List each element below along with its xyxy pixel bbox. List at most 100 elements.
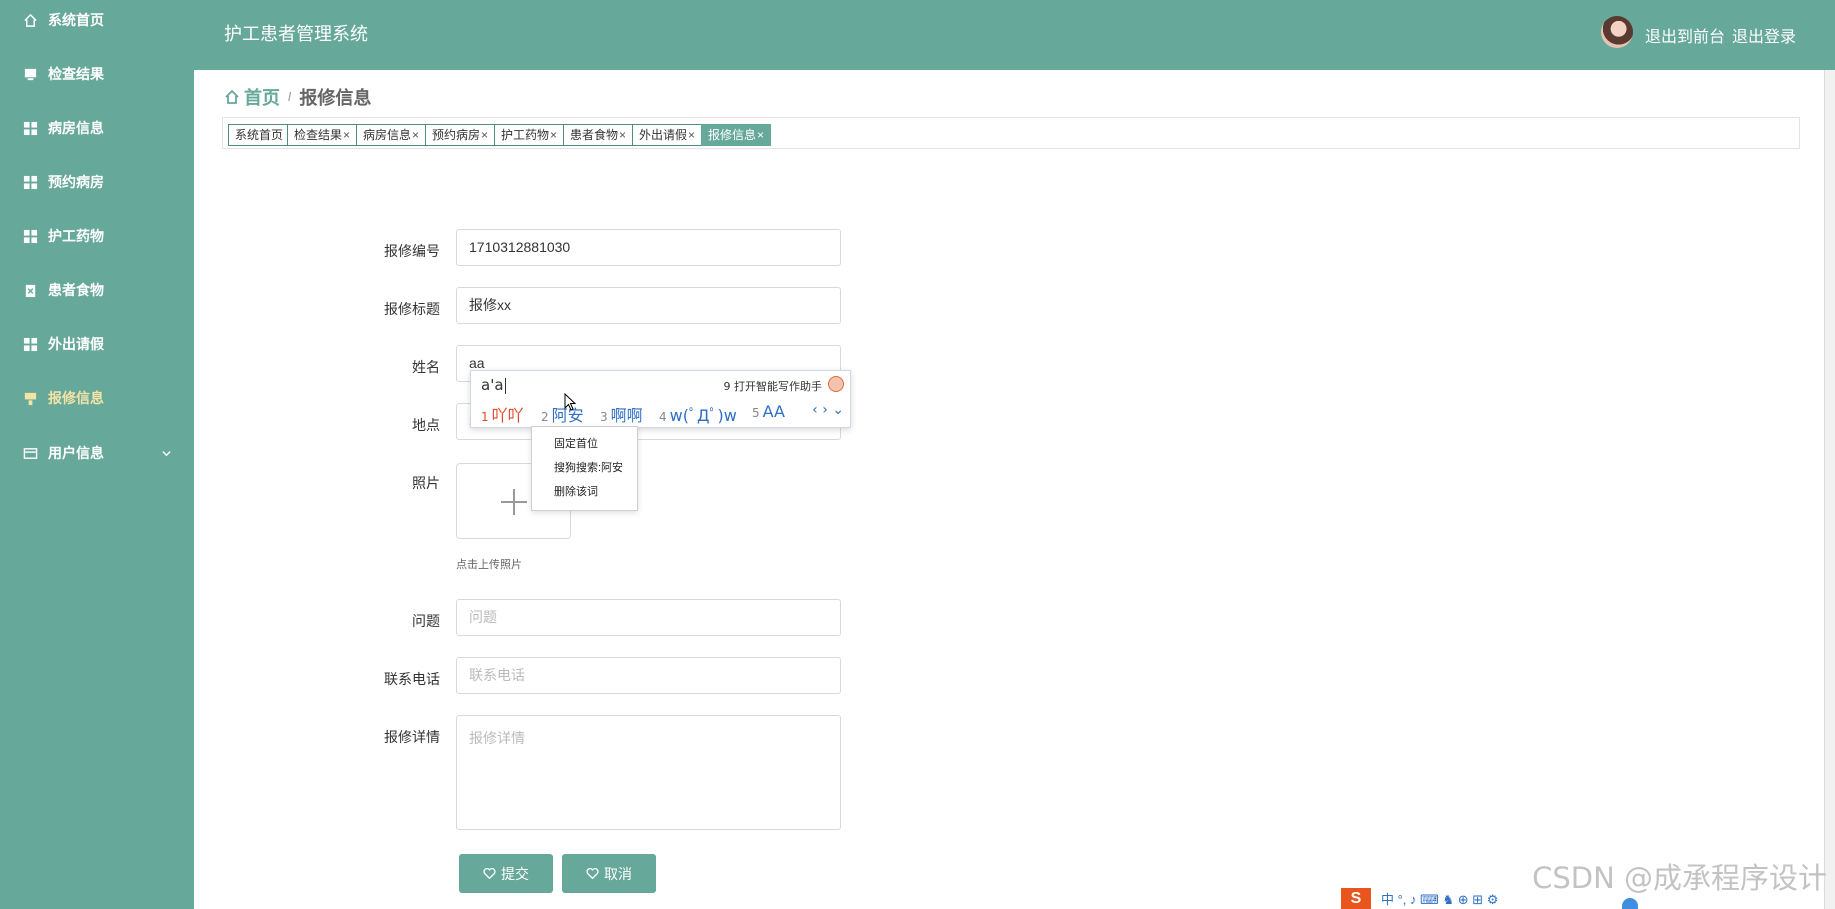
text-caret — [504, 377, 506, 394]
sidebar-item-ward-info[interactable]: 病房信息 — [0, 108, 194, 148]
sidebar-item-label: 报修信息 — [48, 390, 104, 406]
sidebar-item-label: 患者食物 — [48, 282, 104, 298]
problem-input[interactable]: 问题 — [456, 599, 841, 636]
logout-link[interactable]: 退出登录 — [1732, 23, 1796, 47]
sidebar-item-book-ward[interactable]: 预约病房 — [0, 162, 194, 202]
tag-label: 外出请假 — [639, 128, 688, 142]
ime-candidate-number: 3 — [600, 410, 608, 424]
mouse-cursor-icon — [564, 393, 576, 411]
tag-book-ward[interactable]: 预约病房× — [425, 124, 496, 146]
close-icon[interactable]: × — [412, 128, 419, 142]
menu-item-sogou-search[interactable]: 搜狗搜索:阿安 — [554, 459, 623, 475]
menu-item-pin-first[interactable]: 固定首位 — [554, 435, 598, 451]
phone-label: 联系电话 — [384, 671, 440, 687]
ime-candidate-number: 2 — [541, 410, 549, 424]
monitor-icon — [22, 66, 38, 82]
grid-icon — [22, 336, 38, 352]
tag-ward-info[interactable]: 病房信息× — [356, 124, 427, 146]
ime-candidate[interactable]: 5 AA — [752, 402, 785, 421]
ime-composition: a'a — [481, 376, 506, 394]
sogou-logo[interactable]: S — [1341, 888, 1371, 909]
main-content: 首页 / 报修信息 系统首页 检查结果× 病房信息× 预约病房× 护工药物× 患… — [194, 70, 1835, 909]
sidebar-item-label: 预约病房 — [48, 174, 104, 190]
cup-icon — [22, 390, 38, 406]
ime-assistant-icon[interactable] — [828, 376, 844, 392]
chevron-down-icon — [161, 446, 172, 462]
sidebar-item-label: 系统首页 — [48, 12, 104, 28]
tag-label: 护工药物 — [501, 128, 550, 142]
ime-candidate-window: a'a 9 打开智能写作助手 1 吖吖 2 阿安 3 啊啊 4 w(ﾟДﾟ)w 5 AA … — [470, 370, 851, 428]
cancel-label: 取消 — [604, 865, 632, 882]
repair-title-input[interactable]: 报修xx — [456, 287, 841, 324]
tag-label: 患者食物 — [570, 128, 619, 142]
watermark: CSDN @成承程序设计 — [1532, 861, 1827, 895]
ime-candidate[interactable]: 3 啊啊 — [600, 402, 643, 426]
close-icon[interactable]: × — [688, 128, 695, 142]
sidebar-item-patient-food[interactable]: 患者食物 — [0, 270, 194, 310]
tag-label: 报修信息 — [708, 128, 757, 142]
tag-label: 系统首页 — [235, 128, 284, 142]
sidebar-item-label: 用户信息 — [48, 445, 104, 461]
tags-bar: 系统首页 检查结果× 病房信息× 预约病房× 护工药物× 患者食物× 外出请假×… — [222, 117, 1800, 149]
clipboard-icon — [22, 282, 38, 298]
tag-home[interactable]: 系统首页 — [228, 124, 291, 146]
close-icon[interactable]: × — [343, 128, 350, 142]
repair-no-input[interactable]: 1710312881030 — [456, 229, 841, 266]
close-icon[interactable]: × — [550, 128, 557, 142]
ime-composition-text: a'a — [481, 376, 504, 394]
sidebar-item-home[interactable]: 系统首页 — [0, 0, 194, 40]
plus-icon — [501, 489, 527, 515]
submit-button[interactable]: 提交 — [459, 854, 553, 893]
close-icon[interactable]: × — [619, 128, 626, 142]
tag-patient-food[interactable]: 患者食物× — [563, 124, 634, 146]
ime-toolbar-icons[interactable]: 中 °, ♪ ⌨ ♞ ⊕ ⊞ ⚙ — [1381, 889, 1498, 908]
breadcrumb-home-label: 首页 — [244, 88, 280, 108]
floating-ball-icon[interactable] — [1622, 898, 1638, 909]
sidebar-item-repair-info[interactable]: 报修信息 — [0, 378, 194, 418]
grid-icon — [22, 228, 38, 244]
heart-icon — [586, 867, 599, 880]
tag-check-results[interactable]: 检查结果× — [287, 124, 358, 146]
problem-label: 问题 — [412, 613, 440, 629]
sidebar-item-leave[interactable]: 外出请假 — [0, 324, 194, 364]
repair-no-label: 报修编号 — [384, 243, 440, 259]
sidebar-item-label: 护工药物 — [48, 228, 104, 244]
ime-candidate[interactable]: 1 吖吖 — [481, 402, 524, 426]
avatar — [1601, 16, 1633, 48]
sidebar: 系统首页 检查结果 病房信息 预约病房 护工药物 患者食物 外出请假 报修信息 … — [0, 0, 194, 909]
ime-page-nav[interactable]: ‹ › ⌄ — [812, 402, 844, 418]
card-icon — [22, 445, 38, 461]
breadcrumb-home[interactable]: 首页 — [224, 84, 280, 110]
sidebar-item-label: 外出请假 — [48, 336, 104, 352]
breadcrumb-current: 报修信息 — [299, 88, 372, 108]
scrollbar[interactable] — [1824, 70, 1835, 909]
grid-icon — [22, 174, 38, 190]
sidebar-item-check-results[interactable]: 检查结果 — [0, 54, 194, 94]
ime-context-menu: 固定首位 搜狗搜索:阿安 删除该词 — [531, 426, 638, 511]
phone-input[interactable]: 联系电话 — [456, 657, 841, 694]
ime-candidate-text: w(ﾟДﾟ)w — [669, 406, 737, 425]
breadcrumb: 首页 / 报修信息 — [224, 84, 371, 110]
ime-candidate[interactable]: 4 w(ﾟДﾟ)w — [659, 402, 737, 426]
sidebar-item-label: 病房信息 — [48, 120, 104, 136]
close-icon[interactable]: × — [757, 128, 764, 142]
exit-to-frontend-link[interactable]: 退出到前台 — [1645, 23, 1725, 47]
ime-assistant-link[interactable]: 9 打开智能写作助手 — [724, 378, 823, 394]
details-textarea[interactable]: 报修详情 — [456, 715, 841, 830]
tag-label: 预约病房 — [432, 128, 481, 142]
tag-leave[interactable]: 外出请假× — [632, 124, 703, 146]
submit-label: 提交 — [501, 865, 529, 882]
sidebar-item-nurse-medicine[interactable]: 护工药物 — [0, 216, 194, 256]
tag-repair-info[interactable]: 报修信息× — [701, 124, 772, 146]
cancel-button[interactable]: 取消 — [562, 854, 656, 893]
upload-hint: 点击上传照片 — [456, 559, 522, 571]
close-icon[interactable]: × — [481, 128, 488, 142]
ime-candidate-number: 4 — [659, 410, 667, 424]
tag-nurse-medicine[interactable]: 护工药物× — [494, 124, 565, 146]
ime-candidate-number: 1 — [481, 410, 489, 424]
tag-label: 检查结果 — [294, 128, 343, 142]
ime-candidate[interactable]: 2 阿安 — [541, 402, 584, 426]
menu-item-delete-word[interactable]: 删除该词 — [554, 483, 598, 499]
sidebar-item-user-info[interactable]: 用户信息 — [0, 433, 194, 473]
photo-label: 照片 — [412, 475, 440, 491]
